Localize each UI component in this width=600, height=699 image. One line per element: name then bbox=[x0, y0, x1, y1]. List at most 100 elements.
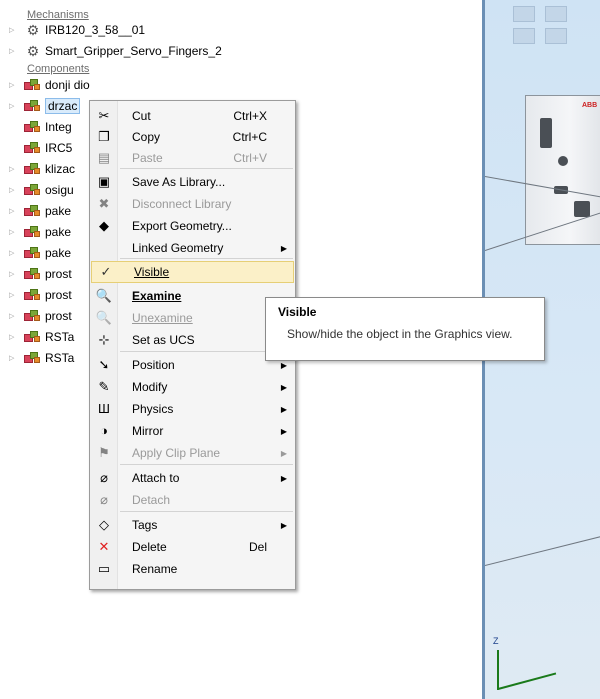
submenu-arrow-icon: ▶ bbox=[280, 448, 287, 458]
menu-item-export-geometry[interactable]: ◆ Export Geometry... bbox=[90, 215, 295, 237]
paste-icon: ▤ bbox=[97, 150, 111, 165]
menu-item-label: Export Geometry... bbox=[132, 219, 232, 233]
tree-node-component[interactable]: ▷ klizac bbox=[0, 159, 75, 179]
menu-separator bbox=[120, 511, 293, 512]
menu-item-save-as-library[interactable]: ▣ Save As Library... bbox=[90, 171, 295, 193]
save-library-icon: ▣ bbox=[97, 174, 111, 189]
tree-node-component[interactable]: ▷ osigu bbox=[0, 180, 74, 200]
menu-shortcut: Del bbox=[248, 540, 267, 554]
expand-arrow-icon[interactable]: ▷ bbox=[9, 207, 19, 215]
tree-node-component[interactable]: ▷ prost bbox=[0, 264, 72, 284]
view-toolbar-button[interactable] bbox=[545, 6, 567, 22]
tree-node-component[interactable]: ▷ pake bbox=[0, 201, 71, 221]
component-icon bbox=[24, 162, 42, 176]
expand-arrow-icon[interactable]: ▷ bbox=[9, 354, 19, 362]
expand-arrow-icon[interactable]: ▷ bbox=[9, 270, 19, 278]
controller-cabinet-model: ABB bbox=[525, 95, 600, 245]
expand-arrow-icon[interactable]: ▷ bbox=[9, 26, 19, 34]
menu-item-disconnect-library[interactable]: ✖ Disconnect Library bbox=[90, 193, 295, 215]
component-icon bbox=[24, 309, 42, 323]
tree-node-mechanism[interactable]: ▷ ⚙ Smart_Gripper_Servo_Fingers_2 bbox=[0, 41, 222, 61]
tooltip-title: Visible bbox=[278, 305, 317, 319]
components-header: Components bbox=[27, 63, 90, 75]
menu-item-attach-to[interactable]: ⌀ Attach to ▶ bbox=[90, 467, 295, 489]
tree-node-label: IRB120_3_58__01 bbox=[45, 23, 146, 37]
menu-item-label: Paste bbox=[132, 151, 163, 165]
tooltip-description: Show/hide the object in the Graphics vie… bbox=[287, 327, 513, 341]
expand-arrow-icon[interactable]: ▷ bbox=[9, 333, 19, 341]
component-icon bbox=[24, 246, 42, 260]
detach-icon: ⌀ bbox=[100, 492, 108, 507]
tree-node-label: drzac bbox=[45, 98, 81, 114]
view-toolbar-button[interactable] bbox=[513, 6, 535, 22]
menu-item-rename[interactable]: ▭ Rename bbox=[90, 558, 295, 580]
expand-arrow-icon[interactable]: ▷ bbox=[9, 312, 19, 320]
z-axis-label: Z bbox=[493, 636, 499, 646]
tree-node-label: Smart_Gripper_Servo_Fingers_2 bbox=[45, 44, 222, 58]
tree-node-label: osigu bbox=[45, 183, 74, 197]
submenu-arrow-icon: ▶ bbox=[280, 520, 287, 530]
rename-icon: ▭ bbox=[97, 561, 111, 576]
tree-node-label: pake bbox=[45, 204, 72, 218]
menu-item-apply-clip-plane[interactable]: ⚑ Apply Clip Plane ▶ bbox=[90, 442, 295, 464]
menu-separator bbox=[120, 464, 293, 465]
menu-item-label: Copy bbox=[132, 130, 161, 144]
menu-item-mirror[interactable]: ◑ Mirror ▶ bbox=[90, 420, 295, 442]
expand-arrow-icon[interactable]: ▷ bbox=[9, 102, 19, 110]
component-icon bbox=[24, 204, 42, 218]
tag-icon: ◇ bbox=[99, 517, 109, 532]
menu-item-label: Visible bbox=[134, 265, 170, 279]
menu-shortcut: Ctrl+V bbox=[233, 151, 267, 165]
menu-item-label: Save As Library... bbox=[132, 175, 226, 189]
tree-node-component[interactable]: ▷ drzac bbox=[0, 96, 81, 116]
menu-item-detach[interactable]: ⌀ Detach bbox=[90, 489, 295, 511]
brand-label: ABB bbox=[582, 102, 598, 109]
menu-item-cut[interactable]: ✂ Cut Ctrl+X bbox=[90, 105, 295, 127]
tree-node-component[interactable]: ▷ RSTa bbox=[0, 327, 74, 347]
component-icon bbox=[24, 183, 42, 197]
menu-item-label: Mirror bbox=[132, 424, 164, 438]
menu-item-delete[interactable]: ✕ Delete Del bbox=[90, 536, 295, 558]
tree-node-label: prost bbox=[45, 288, 72, 302]
tree-node-mechanism[interactable]: ▷ ⚙ IRB120_3_58__01 bbox=[0, 20, 145, 40]
tree-node-component[interactable]: ▷ pake bbox=[0, 243, 71, 263]
examine-icon: 🔍 bbox=[95, 288, 113, 303]
clip-plane-icon: ⚑ bbox=[98, 445, 110, 460]
menu-item-copy[interactable]: ❐ Copy Ctrl+C bbox=[90, 126, 295, 148]
expand-arrow-icon[interactable]: ▷ bbox=[9, 165, 19, 173]
expand-arrow-icon[interactable]: ▷ bbox=[9, 249, 19, 257]
menu-shortcut: Ctrl+X bbox=[233, 109, 267, 123]
view-toolbar-button[interactable] bbox=[545, 28, 567, 44]
play-button[interactable] bbox=[513, 28, 535, 44]
menu-item-physics[interactable]: Ш Physics ▶ bbox=[90, 398, 295, 420]
menu-item-paste[interactable]: ▤ Paste Ctrl+V bbox=[90, 147, 295, 169]
component-icon bbox=[24, 288, 42, 302]
expand-arrow-icon[interactable]: ▷ bbox=[9, 291, 19, 299]
tree-node-component[interactable]: ▷ prost bbox=[0, 306, 72, 326]
expand-arrow-icon[interactable]: ▷ bbox=[9, 47, 19, 55]
tree-node-component[interactable]: ▷ RSTa bbox=[0, 348, 74, 368]
submenu-arrow-icon: ▶ bbox=[280, 473, 287, 483]
tree-node-component[interactable]: ▷ prost bbox=[0, 285, 72, 305]
z-axis-arrow bbox=[497, 650, 499, 690]
tree-node-component[interactable]: ▷IRC5 bbox=[0, 138, 72, 158]
submenu-arrow-icon: ▶ bbox=[280, 360, 287, 370]
menu-item-linked-geometry[interactable]: Linked Geometry ▶ bbox=[90, 237, 295, 259]
component-icon bbox=[24, 267, 42, 281]
menu-item-modify[interactable]: ✎ Modify ▶ bbox=[90, 376, 295, 398]
tree-node-component[interactable]: ▷ pake bbox=[0, 222, 71, 242]
tree-node-component[interactable]: ▷Integ bbox=[0, 117, 72, 137]
menu-item-visible[interactable]: ✓ Visible bbox=[91, 261, 294, 283]
ucs-icon: ⊹ bbox=[98, 332, 110, 347]
tree-node-label: prost bbox=[45, 267, 72, 281]
expand-arrow-icon[interactable]: ▷ bbox=[9, 228, 19, 236]
expand-arrow-icon[interactable]: ▷ bbox=[9, 186, 19, 194]
menu-item-label: Attach to bbox=[132, 471, 180, 485]
delete-icon: ✕ bbox=[98, 539, 110, 554]
expand-arrow-icon[interactable]: ▷ bbox=[9, 81, 19, 89]
robot-icon: ⚙ bbox=[26, 22, 40, 38]
tree-node-component[interactable]: ▷ donji dio bbox=[0, 75, 90, 95]
submenu-arrow-icon: ▶ bbox=[280, 404, 287, 414]
menu-item-tags[interactable]: ◇ Tags ▶ bbox=[90, 514, 295, 536]
component-icon bbox=[24, 330, 42, 344]
